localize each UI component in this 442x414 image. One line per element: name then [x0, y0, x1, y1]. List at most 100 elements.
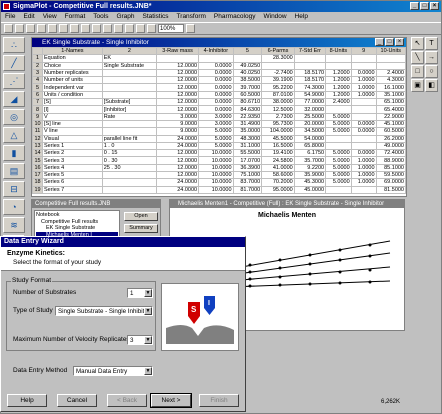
table-cell[interactable]: -2.7400: [261, 68, 295, 78]
table-cell[interactable]: [350, 105, 377, 114]
save-icon[interactable]: [26, 24, 35, 33]
table-cell[interactable]: [325, 185, 352, 194]
table-cell[interactable]: 65.8000: [293, 141, 327, 151]
table-cell[interactable]: [350, 185, 377, 194]
table-cell[interactable]: 5.0000: [325, 171, 352, 180]
table-cell[interactable]: [101, 90, 158, 100]
table-cell[interactable]: Series 5: [42, 171, 103, 180]
table-cell[interactable]: 35.0000: [232, 127, 263, 136]
table-cell[interactable]: 75.1000: [232, 171, 263, 180]
menu-transform[interactable]: Transform: [177, 12, 206, 22]
table-cell[interactable]: [350, 141, 377, 151]
column-header[interactable]: 8-Units: [325, 46, 352, 56]
table-cell[interactable]: [Substrate]: [101, 98, 158, 107]
table-cell[interactable]: 16.1000: [375, 83, 407, 92]
menu-graph[interactable]: Graph: [116, 12, 134, 22]
row-header[interactable]: 4: [32, 76, 43, 85]
print-icon[interactable]: [37, 24, 46, 33]
table-cell[interactable]: [156, 54, 200, 63]
column-header[interactable]: [32, 46, 43, 56]
table-cell[interactable]: 3.0000: [198, 119, 234, 129]
plot-icon[interactable]: [136, 24, 145, 33]
help-button[interactable]: Help: [7, 394, 47, 407]
table-cell[interactable]: 12.0000: [156, 76, 200, 85]
text-tool-icon[interactable]: T: [425, 37, 438, 50]
table-cell[interactable]: [325, 61, 352, 70]
row-header[interactable]: 13: [32, 141, 43, 151]
table-cell[interactable]: 1.0000: [350, 76, 377, 85]
table-cell[interactable]: 2.7300: [261, 112, 295, 121]
table-cell[interactable]: 88.9000: [375, 156, 407, 165]
table-cell[interactable]: 0.0000: [198, 76, 234, 85]
row-header[interactable]: 16: [32, 163, 43, 173]
table-cell[interactable]: 24.5800: [261, 156, 295, 165]
table-cell[interactable]: [232, 54, 263, 63]
table-cell[interactable]: 0.0000: [198, 105, 234, 114]
line-plot-icon[interactable]: ╱: [3, 55, 25, 71]
table-cell[interactable]: 10.0000: [198, 156, 234, 165]
table-cell[interactable]: 10.0000: [198, 171, 234, 180]
row-header[interactable]: 7: [32, 98, 43, 107]
table-cell[interactable]: 40.0250: [232, 68, 263, 78]
table-cell[interactable]: 9.0000: [156, 127, 200, 136]
table-cell[interactable]: 10.0000: [198, 163, 234, 173]
table-cell[interactable]: Independent var: [42, 83, 103, 92]
table-cell[interactable]: [325, 54, 352, 63]
table-cell[interactable]: 35.7000: [293, 156, 327, 165]
table-cell[interactable]: 0.0000: [350, 68, 377, 78]
table-cell[interactable]: Series 2: [42, 149, 103, 158]
table-cell[interactable]: 1.2000: [325, 83, 352, 92]
row-header[interactable]: 5: [32, 83, 43, 92]
row-header[interactable]: 15: [32, 156, 43, 165]
sort-icon[interactable]: [114, 24, 123, 33]
table-cell[interactable]: Single Substrate: [101, 61, 158, 70]
table-cell[interactable]: 1.0000: [350, 83, 377, 92]
table-cell[interactable]: [I]: [42, 105, 103, 114]
table-cell[interactable]: 24.0000: [156, 185, 200, 194]
table-cell[interactable]: 39.1900: [261, 76, 295, 85]
table-cell[interactable]: 12.0000: [156, 98, 200, 107]
table-cell[interactable]: 1.0000: [350, 156, 377, 165]
worksheet-maximize-button[interactable]: □: [385, 38, 394, 46]
menu-edit[interactable]: Edit: [23, 12, 34, 22]
table-cell[interactable]: 10.0000: [198, 185, 234, 194]
table-cell[interactable]: [350, 61, 377, 70]
table-cell[interactable]: [S] line: [42, 119, 103, 129]
table-cell[interactable]: 3.0000: [198, 112, 234, 121]
table-cell[interactable]: 81.5000: [375, 185, 407, 194]
chevron-down-icon[interactable]: ▼: [144, 336, 152, 344]
table-cell[interactable]: 69.0000: [375, 178, 407, 187]
table-cell[interactable]: 18.5170: [293, 76, 327, 85]
maximize-button[interactable]: □: [420, 2, 429, 10]
row-header[interactable]: 12: [32, 134, 43, 143]
table-cell[interactable]: 24.0000: [156, 134, 200, 143]
table-cell[interactable]: Visual: [42, 134, 103, 143]
table-cell[interactable]: [293, 61, 327, 70]
table-cell[interactable]: Rate: [101, 112, 158, 121]
table-cell[interactable]: Choice: [42, 61, 103, 70]
table-cell[interactable]: 9.2200: [293, 163, 327, 173]
table-cell[interactable]: EK: [101, 54, 158, 63]
table-cell[interactable]: 45.3000: [293, 178, 327, 187]
column-header[interactable]: 7-Std Err: [293, 46, 327, 56]
help-icon[interactable]: [186, 24, 195, 33]
table-cell[interactable]: [101, 171, 158, 180]
table-cell[interactable]: [293, 54, 327, 63]
table-cell[interactable]: 1.0000: [350, 90, 377, 100]
table-cell[interactable]: 83.7000: [232, 178, 263, 187]
menu-help[interactable]: Help: [295, 12, 308, 22]
table-cell[interactable]: 0.0000: [198, 83, 234, 92]
worksheet-grid[interactable]: 1-Names 2 3-Raw mass 4-Inhibitor 5 6-Parms 7-S…: [32, 46, 407, 194]
table-cell[interactable]: 0.0000: [350, 127, 377, 136]
table-cell[interactable]: 6.1750: [293, 149, 327, 158]
table-cell[interactable]: [325, 134, 352, 143]
table-cell[interactable]: 41.0000: [261, 163, 295, 173]
table-cell[interactable]: 25.5000: [293, 112, 327, 121]
table-cell[interactable]: Series 4: [42, 163, 103, 173]
table-cell[interactable]: 5.0000: [325, 149, 352, 158]
table-cell[interactable]: 20.0000: [293, 119, 327, 129]
cut-icon[interactable]: [48, 24, 57, 33]
table-cell[interactable]: [101, 83, 158, 92]
table-cell[interactable]: [101, 185, 158, 194]
method-select[interactable]: Manual Data Entry ▼: [73, 366, 153, 376]
